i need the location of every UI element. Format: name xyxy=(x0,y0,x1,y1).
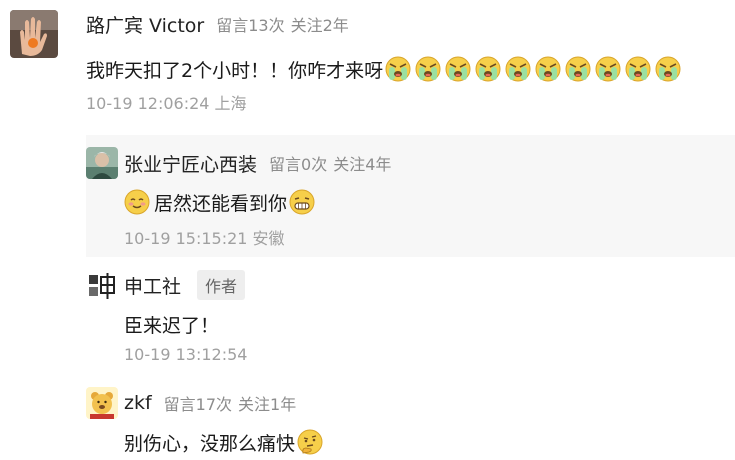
reply-text: 别伤心，没那么痛快 xyxy=(124,432,296,455)
avatar[interactable] xyxy=(86,147,118,179)
author-row: 申工社 作者 xyxy=(124,269,246,301)
comment-text: 我昨天扣了2个小时！！你咋才来呀 xyxy=(86,59,384,82)
reply-text-row: 别伤心，没那么痛快 xyxy=(124,427,327,457)
avatar[interactable] xyxy=(10,10,58,58)
crying-face-icon xyxy=(385,56,411,82)
comment-timestamp: 10-19 12:06:24 上海 xyxy=(86,94,247,113)
comment-thread: 路广宾 Victor 留言13次 关注2年 我昨天扣了2个小时！！你咋才来呀 1… xyxy=(0,0,735,460)
author-name[interactable]: 路广宾 Victor xyxy=(86,11,204,38)
crying-face-icon xyxy=(625,56,651,82)
author-name[interactable]: 张业宁匠心西装 xyxy=(124,150,257,177)
crying-face-icon xyxy=(595,56,621,82)
follow-duration: 关注1年 xyxy=(238,395,297,414)
avatar[interactable] xyxy=(86,387,118,419)
avatar[interactable] xyxy=(86,269,118,301)
reply-timestamp: 10-19 13:12:54 xyxy=(124,345,248,364)
author-row: 张业宁匠心西装 留言0次 关注4年 xyxy=(124,147,397,179)
author-row: zkf 留言17次 关注1年 xyxy=(124,387,302,419)
smile-icon xyxy=(124,189,150,215)
portrait-avatar-icon xyxy=(86,147,118,179)
crying-face-icon xyxy=(505,56,531,82)
crying-face-icon xyxy=(445,56,471,82)
reply-list: 张业宁匠心西装 留言0次 关注4年 居然还能看到你 10-19 15:15:21… xyxy=(86,135,735,460)
reply-timestamp: 10-19 15:15:21 安徽 xyxy=(124,229,285,248)
crying-face-icon xyxy=(535,56,561,82)
author-badge: 作者 xyxy=(197,270,246,300)
crying-face-icon xyxy=(655,56,681,82)
reply-text: 臣来迟了！ xyxy=(124,314,220,337)
follow-duration: 关注2年 xyxy=(290,16,349,35)
comment-count: 留言0次 xyxy=(269,155,328,174)
reply-item: 张业宁匠心西装 留言0次 关注4年 居然还能看到你 10-19 15:15:21… xyxy=(86,135,735,257)
bear-avatar-icon xyxy=(86,387,118,419)
comment-count: 留言17次 xyxy=(163,395,233,414)
comment-text-row: 我昨天扣了2个小时！！你咋才来呀 xyxy=(86,54,685,84)
crying-face-icon xyxy=(565,56,591,82)
comment-count: 留言13次 xyxy=(216,16,285,35)
crying-face-icon xyxy=(475,56,501,82)
hand-avatar-icon xyxy=(10,10,58,58)
reply-item: zkf 留言17次 关注1年 别伤心，没那么痛快 xyxy=(86,375,735,460)
reply-text: 居然还能看到你 xyxy=(154,192,288,215)
main-comment: 路广宾 Victor 留言13次 关注2年 我昨天扣了2个小时！！你咋才来呀 1… xyxy=(0,0,735,135)
reply-text-row: 居然还能看到你 xyxy=(124,187,319,217)
reply-item: 申工社 作者 臣来迟了！ 10-19 13:12:54 xyxy=(86,257,735,375)
author-name[interactable]: 申工社 xyxy=(124,272,181,299)
thinking-face-icon xyxy=(297,429,323,455)
follow-duration: 关注4年 xyxy=(333,155,392,174)
author-row: 路广宾 Victor 留言13次 关注2年 xyxy=(86,10,355,38)
grin-icon xyxy=(289,189,315,215)
logo-avatar-icon xyxy=(86,269,118,301)
author-name[interactable]: zkf xyxy=(124,392,152,414)
reply-text-row: 臣来迟了！ xyxy=(124,309,219,339)
emoji-group xyxy=(385,56,685,82)
crying-face-icon xyxy=(415,56,441,82)
